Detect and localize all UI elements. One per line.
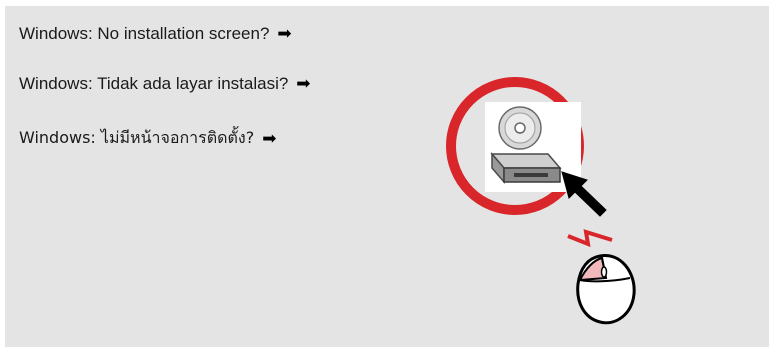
instruction-thai: Windows: ไม่มีหน้าจอการติดตั้ง? ➡ [19, 126, 276, 151]
instruction-indonesian-text: Windows: Tidak ada layar instalasi? [19, 74, 289, 93]
arrow-right-icon: ➡ [262, 128, 277, 149]
arrow-right-icon: ➡ [277, 24, 292, 44]
mouse-pointer-icon [561, 171, 607, 217]
instruction-panel: Windows: No installation screen? ➡ Windo… [5, 6, 769, 347]
illustration-svg [446, 77, 636, 325]
instruction-english-text: Windows: No installation screen? [19, 24, 270, 43]
instruction-thai-text: Windows: ไม่มีหน้าจอการติดตั้ง? [19, 128, 255, 147]
instruction-indonesian: Windows: Tidak ada layar instalasi? ➡ [19, 74, 311, 94]
double-click-drive-illustration [440, 76, 690, 346]
mouse-icon [576, 254, 636, 325]
instruction-english: Windows: No installation screen? ➡ [19, 24, 292, 44]
arrow-right-icon: ➡ [296, 74, 311, 94]
double-click-zigzag-icon [567, 229, 613, 248]
